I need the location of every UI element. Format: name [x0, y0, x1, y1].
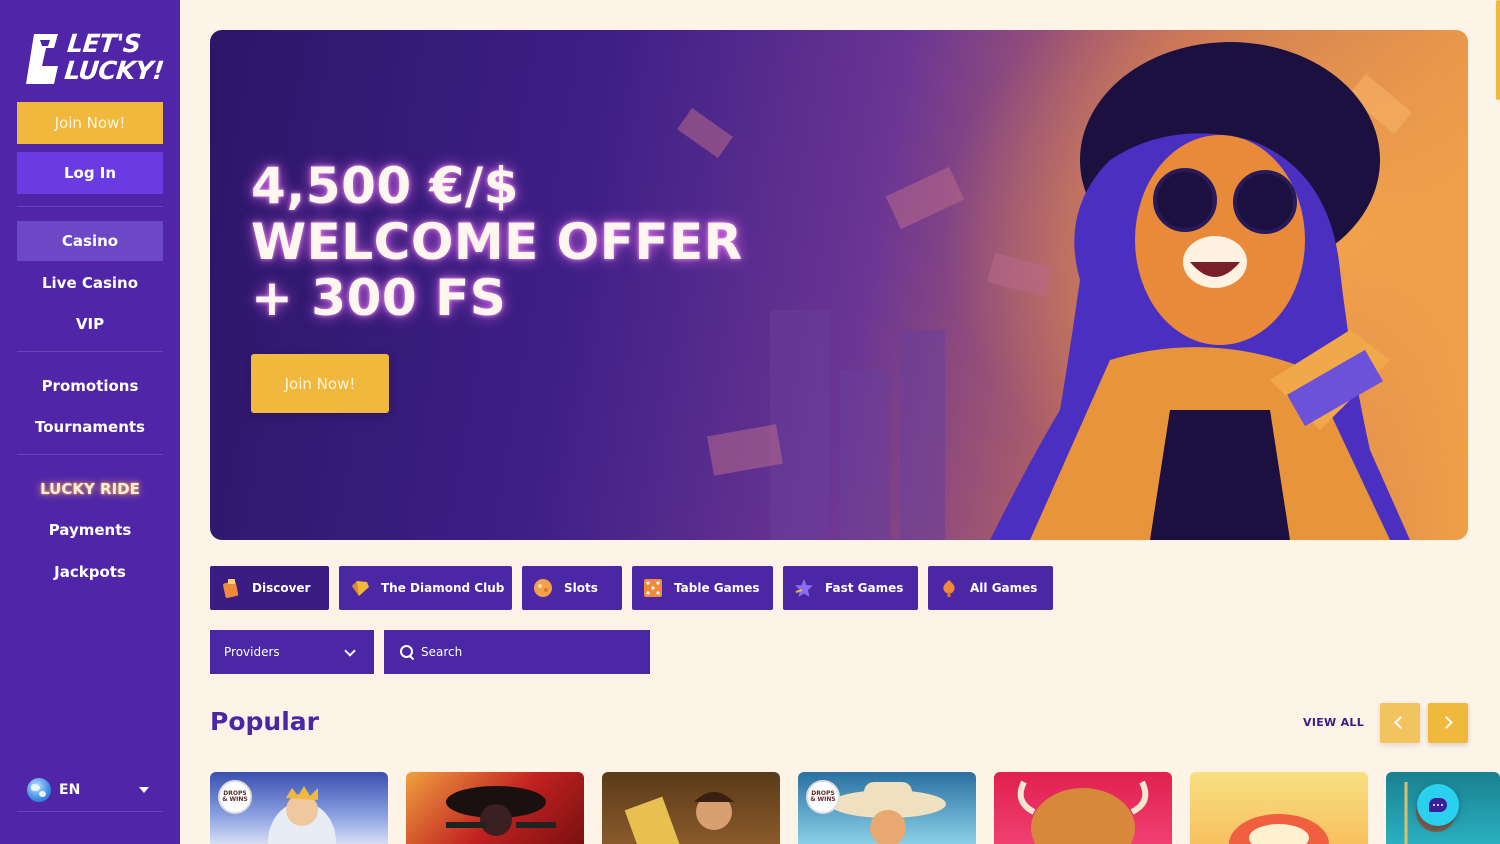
game-card[interactable] [602, 772, 780, 844]
diamond-icon [352, 581, 369, 596]
nav-item-payments[interactable]: Payments [17, 510, 163, 550]
logo-line-1: LET'S [65, 29, 143, 58]
tab-label: Fast Games [825, 581, 904, 595]
hero-banner[interactable]: 4,500 €/$ WELCOME OFFER + 300 FS Join No… [210, 30, 1468, 540]
caret-down-icon [139, 787, 149, 793]
hero-line-2: WELCOME OFFER [251, 213, 743, 271]
chevron-down-icon [344, 645, 356, 657]
divider [17, 351, 163, 352]
tab-label: Slots [564, 581, 598, 595]
chevron-left-icon [1394, 716, 1407, 729]
game-card[interactable] [994, 772, 1172, 844]
globe-icon [27, 778, 51, 802]
divider [17, 454, 163, 455]
fast-games-icon [795, 579, 813, 597]
nav-item-casino[interactable]: Casino [17, 221, 163, 261]
providers-label: Providers [224, 645, 280, 659]
logo[interactable]: LET'S LUCKY! [24, 29, 165, 88]
nav-item-lucky-ride[interactable]: LUCKY RIDE [17, 469, 163, 509]
language-selector[interactable]: EN [17, 772, 163, 808]
drops-wins-badge: DROPS & WINS [218, 780, 252, 814]
carousel-prev-button[interactable] [1380, 703, 1420, 743]
search-placeholder: Search [421, 645, 463, 659]
divider [17, 206, 163, 207]
popular-section-title: Popular [210, 707, 319, 736]
discover-icon [223, 579, 239, 598]
providers-dropdown[interactable]: Providers [210, 630, 374, 674]
tab-diamond-club[interactable]: The Diamond Club [339, 566, 512, 610]
table-games-icon [644, 579, 662, 597]
logo-mark-icon [26, 34, 58, 84]
chat-launcher-button[interactable] [1417, 784, 1459, 826]
hero-line-1: 4,500 €/$ [251, 157, 519, 215]
game-artwork [1017, 780, 1149, 844]
game-artwork [446, 786, 556, 836]
tab-slots[interactable]: Slots [522, 566, 622, 610]
nav-item-jackpots[interactable]: Jackpots [17, 552, 163, 592]
login-button[interactable]: Log In [17, 152, 163, 194]
chevron-right-icon [1440, 716, 1453, 729]
nav-item-promotions[interactable]: Promotions [17, 366, 163, 406]
divider [17, 811, 163, 812]
logo-line-2: LUCKY! [63, 56, 166, 85]
tab-label: The Diamond Club [381, 581, 505, 595]
game-artwork [1229, 814, 1329, 844]
nav-item-live-casino[interactable]: Live Casino [17, 263, 163, 303]
hero-line-3: + 300 FS [251, 269, 507, 327]
game-card[interactable]: DROPS & WINS [210, 772, 388, 844]
language-label: EN [59, 782, 81, 798]
tab-all-games[interactable]: All Games [928, 566, 1053, 610]
all-games-icon [943, 580, 955, 597]
nav-item-tournaments[interactable]: Tournaments [17, 407, 163, 447]
join-now-button[interactable]: Join Now! [17, 102, 163, 144]
drops-wins-badge: DROPS & WINS [806, 780, 840, 814]
nav-item-vip[interactable]: VIP [17, 304, 163, 344]
carousel-next-button[interactable] [1428, 703, 1468, 743]
game-card[interactable]: DROPS & WINS [798, 772, 976, 844]
tab-label: Discover [252, 581, 311, 595]
tab-fast-games[interactable]: Fast Games [783, 566, 918, 610]
search-input[interactable]: Search [384, 630, 650, 674]
search-icon [400, 645, 414, 659]
slots-icon [534, 579, 552, 597]
game-artwork [624, 792, 734, 844]
hero-join-now-button[interactable]: Join Now! [251, 354, 389, 413]
sidebar: LET'S LUCKY! Join Now! Log In Casino Liv… [0, 0, 180, 844]
tab-table-games[interactable]: Table Games [632, 566, 773, 610]
hero-headline: 4,500 €/$ WELCOME OFFER + 300 FS [251, 158, 743, 326]
tab-label: All Games [970, 581, 1038, 595]
tab-label: Table Games [674, 581, 760, 595]
page-scrollbar[interactable] [1496, 0, 1500, 100]
chat-icon [1429, 798, 1447, 812]
game-card[interactable] [406, 772, 584, 844]
game-card[interactable] [1190, 772, 1368, 844]
view-all-link[interactable]: VIEW ALL [1303, 716, 1364, 729]
tab-discover[interactable]: Discover [210, 566, 329, 610]
